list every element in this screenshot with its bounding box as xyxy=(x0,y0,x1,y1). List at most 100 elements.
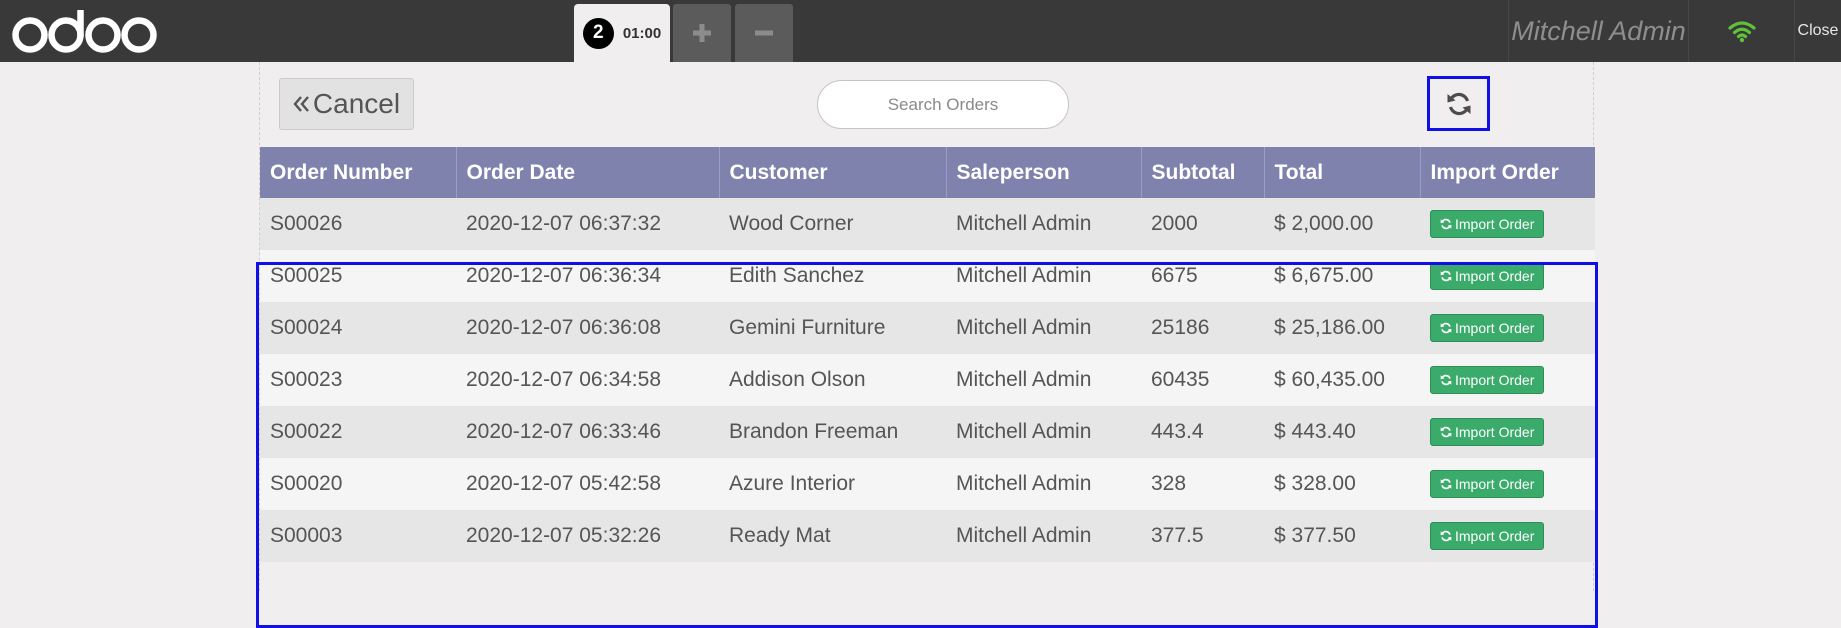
import-order-button[interactable]: Import Order xyxy=(1430,522,1545,550)
refresh-orders-button[interactable] xyxy=(1427,76,1490,131)
orders-table: Order Number Order Date Customer Saleper… xyxy=(260,147,1595,562)
total: $ 6,675.00 xyxy=(1264,250,1420,302)
column-header[interactable]: Order Number xyxy=(260,147,457,198)
order-number: S00022 xyxy=(260,406,456,458)
order-date: 2020-12-07 06:33:46 xyxy=(456,406,719,458)
import-order-label: Import Order xyxy=(1455,268,1535,284)
table-row[interactable]: S00023 2020-12-07 06:34:58 Addison Olson… xyxy=(260,354,1595,406)
subtotal: 2000 xyxy=(1141,198,1264,250)
order-date: 2020-12-07 06:37:32 xyxy=(456,198,719,250)
salesperson: Mitchell Admin xyxy=(946,250,1141,302)
order-tab-active[interactable]: 2 01:00 xyxy=(574,4,670,62)
double-chevron-left-icon xyxy=(293,96,309,112)
add-order-button[interactable] xyxy=(673,4,731,62)
order-number: S00025 xyxy=(260,250,456,302)
column-header[interactable]: Import Order xyxy=(1420,147,1595,198)
salesperson: Mitchell Admin xyxy=(946,354,1141,406)
orders-table-container: Order Number Order Date Customer Saleper… xyxy=(260,147,1595,562)
column-header[interactable]: Saleperson xyxy=(946,147,1142,198)
refresh-icon xyxy=(1440,218,1452,230)
customer: Addison Olson xyxy=(719,354,946,406)
customer: Ready Mat xyxy=(719,510,946,562)
refresh-icon xyxy=(1440,426,1452,438)
table-row[interactable]: S00024 2020-12-07 06:36:08 Gemini Furnit… xyxy=(260,302,1595,354)
order-date: 2020-12-07 05:32:26 xyxy=(456,510,719,562)
table-row[interactable]: S00020 2020-12-07 05:42:58 Azure Interio… xyxy=(260,458,1595,510)
import-order-button[interactable]: Import Order xyxy=(1430,418,1545,446)
plus-icon xyxy=(693,24,711,42)
customer: Brandon Freeman xyxy=(719,406,946,458)
customer: Edith Sanchez xyxy=(719,250,946,302)
subtotal: 377.5 xyxy=(1141,510,1264,562)
table-header-row: Order Number Order Date Customer Saleper… xyxy=(260,147,1595,198)
import-order-button[interactable]: Import Order xyxy=(1430,470,1545,498)
order-count-badge: 2 xyxy=(582,17,614,49)
salesperson: Mitchell Admin xyxy=(946,458,1141,510)
minus-icon xyxy=(755,30,773,36)
table-row[interactable]: S00026 2020-12-07 06:37:32 Wood Corner M… xyxy=(260,198,1595,250)
refresh-icon xyxy=(1440,322,1452,334)
import-cell: Import Order xyxy=(1420,406,1595,458)
customer: Wood Corner xyxy=(719,198,946,250)
salesperson: Mitchell Admin xyxy=(946,510,1141,562)
import-order-label: Import Order xyxy=(1455,424,1535,440)
import-order-label: Import Order xyxy=(1455,320,1535,336)
import-order-button[interactable]: Import Order xyxy=(1430,210,1545,238)
order-number: S00020 xyxy=(260,458,456,510)
odoo-logo: odoo xyxy=(12,10,157,53)
import-order-label: Import Order xyxy=(1455,372,1535,388)
column-header[interactable]: Total xyxy=(1264,147,1421,198)
refresh-icon xyxy=(1447,92,1470,115)
order-number: S00024 xyxy=(260,302,456,354)
salesperson: Mitchell Admin xyxy=(946,406,1141,458)
subtotal: 25186 xyxy=(1141,302,1264,354)
column-header[interactable]: Order Date xyxy=(456,147,720,198)
order-number: S00003 xyxy=(260,510,456,562)
import-order-label: Import Order xyxy=(1455,476,1535,492)
pos-topbar: odoo 2 01:00 Mitchell Admin xyxy=(0,0,1841,62)
order-number: S00026 xyxy=(260,198,456,250)
cancel-label: Cancel xyxy=(312,88,401,119)
import-cell: Import Order xyxy=(1420,302,1595,354)
import-cell: Import Order xyxy=(1420,198,1595,250)
order-date: 2020-12-07 06:34:58 xyxy=(456,354,719,406)
search-orders-input[interactable] xyxy=(817,80,1069,129)
order-time: 01:00 xyxy=(622,24,662,42)
subtotal: 328 xyxy=(1141,458,1264,510)
refresh-icon xyxy=(1440,478,1452,490)
refresh-icon xyxy=(1440,270,1452,282)
total: $ 443.40 xyxy=(1264,406,1420,458)
total: $ 2,000.00 xyxy=(1264,198,1420,250)
refresh-icon xyxy=(1440,530,1452,542)
total: $ 328.00 xyxy=(1264,458,1420,510)
order-date: 2020-12-07 06:36:08 xyxy=(456,302,719,354)
column-header[interactable]: Subtotal xyxy=(1141,147,1265,198)
import-cell: Import Order xyxy=(1420,510,1595,562)
table-row[interactable]: S00003 2020-12-07 05:32:26 Ready Mat Mit… xyxy=(260,510,1595,562)
total: $ 377.50 xyxy=(1264,510,1420,562)
customer: Azure Interior xyxy=(719,458,946,510)
import-order-button[interactable]: Import Order xyxy=(1430,366,1545,394)
table-row[interactable]: S00022 2020-12-07 06:33:46 Brandon Freem… xyxy=(260,406,1595,458)
order-date: 2020-12-07 05:42:58 xyxy=(456,458,719,510)
customer: Gemini Furniture xyxy=(719,302,946,354)
import-order-button[interactable]: Import Order xyxy=(1430,262,1545,290)
salesperson: Mitchell Admin xyxy=(946,302,1141,354)
import-cell: Import Order xyxy=(1420,354,1595,406)
table-row[interactable]: S00025 2020-12-07 06:36:34 Edith Sanchez… xyxy=(260,250,1595,302)
import-order-label: Import Order xyxy=(1455,216,1535,232)
cancel-button[interactable]: Cancel xyxy=(279,78,414,130)
cashier-name[interactable]: Mitchell Admin xyxy=(1508,0,1688,62)
connection-status[interactable] xyxy=(1688,0,1794,62)
column-header[interactable]: Customer xyxy=(719,147,947,198)
import-order-button[interactable]: Import Order xyxy=(1430,314,1545,342)
remove-order-button[interactable] xyxy=(735,4,793,62)
sale-orders-screen: Cancel Order Numbe xyxy=(256,62,1598,628)
subtotal: 6675 xyxy=(1141,250,1264,302)
total: $ 25,186.00 xyxy=(1264,302,1420,354)
import-cell: Import Order xyxy=(1420,458,1595,510)
wifi-icon xyxy=(1727,21,1756,43)
close-button[interactable]: Close xyxy=(1794,0,1841,62)
order-date: 2020-12-07 06:36:34 xyxy=(456,250,719,302)
total: $ 60,435.00 xyxy=(1264,354,1420,406)
